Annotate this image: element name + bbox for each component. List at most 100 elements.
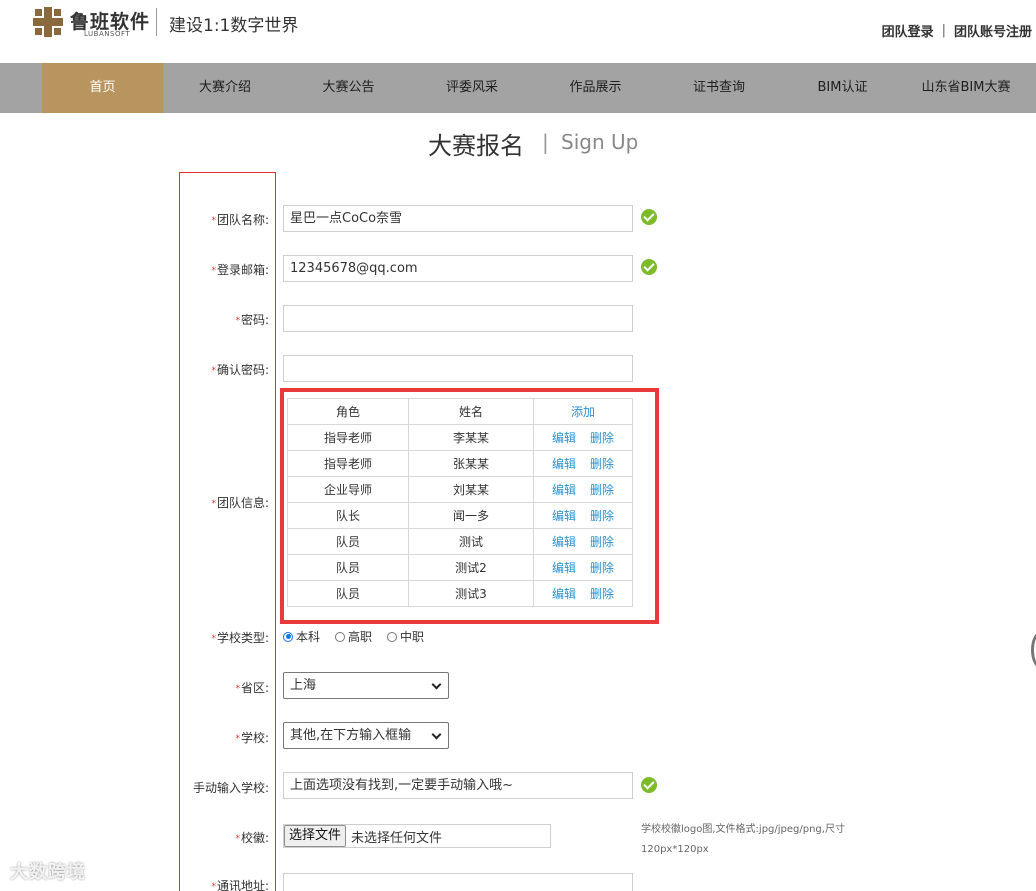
edit-link[interactable]: 编辑: [552, 481, 576, 498]
table-row: 企业导师 刘某某 编辑 删除: [287, 476, 633, 503]
table-row: 队员 测试2 编辑 删除: [287, 554, 633, 581]
nav-item-home[interactable]: 首页: [42, 63, 163, 113]
radio-unchecked-icon[interactable]: [387, 631, 398, 642]
member-role: 企业导师: [287, 476, 409, 503]
page-title-en: Sign Up: [561, 130, 639, 154]
member-name: 测试2: [408, 554, 534, 581]
member-role: 队长: [287, 502, 409, 529]
watermark: 大数跨境: [10, 862, 86, 883]
confirm-password-field[interactable]: [283, 355, 633, 382]
check-icon: [641, 259, 657, 275]
nav-item-judges[interactable]: 评委风采: [410, 63, 534, 113]
check-icon: [641, 777, 657, 793]
delete-link[interactable]: 删除: [590, 455, 614, 472]
table-row: 队员 测试3 编辑 删除: [287, 580, 633, 607]
team-info-label: *团队信息:: [211, 496, 269, 510]
table-header-row: 角色 姓名 添加: [287, 398, 633, 425]
nav-item-announcement[interactable]: 大赛公告: [287, 63, 410, 113]
member-role: 队员: [287, 580, 409, 607]
confirm-password-label: *确认密码:: [211, 363, 269, 377]
chevron-down-icon: [431, 679, 442, 690]
logo-subtitle: LUBANSOFT: [84, 30, 131, 38]
member-name: 测试: [408, 528, 534, 555]
top-links: 团队登录 | 团队账号注册: [882, 21, 1032, 40]
province-select[interactable]: 上海: [283, 672, 449, 699]
table-row: 队员 测试 编辑 删除: [287, 528, 633, 555]
delete-link[interactable]: 删除: [590, 507, 614, 524]
team-register-link[interactable]: 团队账号注册: [954, 21, 1032, 40]
column-header-role: 角色: [287, 398, 409, 425]
delete-link[interactable]: 删除: [590, 559, 614, 576]
side-float-button[interactable]: [1031, 632, 1036, 668]
page-title: 大赛报名: [428, 132, 524, 160]
top-links-separator: |: [941, 23, 946, 38]
check-icon: [641, 209, 657, 225]
nav-item-bim-cert[interactable]: BIM认证: [781, 63, 904, 113]
province-selected-value: 上海: [290, 678, 317, 693]
email-label: *登录邮箱:: [211, 263, 269, 277]
edit-link[interactable]: 编辑: [552, 559, 576, 576]
member-name: 闻一多: [408, 502, 534, 529]
member-name: 张某某: [408, 450, 534, 477]
member-role: 队员: [287, 528, 409, 555]
radio-option-vocational-college[interactable]: 高职: [335, 628, 372, 645]
member-role: 指导老师: [287, 450, 409, 477]
edit-link[interactable]: 编辑: [552, 585, 576, 602]
nav-item-shandong[interactable]: 山东省BIM大赛: [904, 63, 1028, 113]
badge-label: *校徽:: [235, 831, 269, 845]
radio-unchecked-icon[interactable]: [335, 631, 346, 642]
edit-link[interactable]: 编辑: [552, 429, 576, 446]
delete-link[interactable]: 删除: [590, 429, 614, 446]
team-name-label: *团队名称:: [211, 213, 269, 227]
lubansoft-logo-icon[interactable]: [33, 7, 63, 37]
badge-file-input: 选择文件 未选择任何文件: [283, 824, 551, 848]
file-status: 未选择任何文件: [351, 830, 443, 846]
address-select[interactable]: [283, 873, 633, 891]
member-name: 刘某某: [408, 476, 534, 503]
radio-checked-icon[interactable]: [283, 631, 293, 642]
edit-link[interactable]: 编辑: [552, 507, 576, 524]
radio-option-undergraduate[interactable]: 本科: [283, 628, 320, 645]
choose-file-button[interactable]: 选择文件: [284, 825, 347, 847]
add-member-link[interactable]: 添加: [571, 405, 595, 419]
nav-item-works[interactable]: 作品展示: [534, 63, 657, 113]
table-row: 队长 闻一多 编辑 删除: [287, 502, 633, 529]
nav-item-certificate[interactable]: 证书查询: [657, 63, 781, 113]
badge-hint: 学校校徽logo图,文件格式:jpg/jpeg/png,尺寸120px*120p…: [641, 824, 845, 855]
page: 鲁班软件 LUBANSOFT 建设1:1数字世界 团队登录 | 团队账号注册 首…: [0, 0, 1036, 891]
school-type-label: *学校类型:: [211, 631, 269, 645]
team-name-field[interactable]: 星巴一点CoCo奈雪: [283, 205, 633, 232]
school-selected-value: 其他,在下方输入框输: [290, 728, 412, 743]
edit-link[interactable]: 编辑: [552, 455, 576, 472]
edit-link[interactable]: 编辑: [552, 533, 576, 550]
delete-link[interactable]: 删除: [590, 585, 614, 602]
school-select[interactable]: 其他,在下方输入框输: [283, 722, 449, 749]
delete-link[interactable]: 删除: [590, 533, 614, 550]
password-field[interactable]: [283, 305, 633, 332]
nav-item-intro[interactable]: 大赛介绍: [163, 63, 287, 113]
member-name: 李某某: [408, 424, 534, 451]
password-label: *密码:: [235, 313, 269, 327]
school-type-radio-group: 本科 高职 中职: [283, 628, 424, 645]
column-header-name: 姓名: [408, 398, 534, 425]
delete-link[interactable]: 删除: [590, 481, 614, 498]
member-role: 队员: [287, 554, 409, 581]
province-label: *省区:: [235, 681, 269, 695]
radio-option-vocational-school[interactable]: 中职: [387, 628, 424, 645]
member-role: 指导老师: [287, 424, 409, 451]
team-login-link[interactable]: 团队登录: [882, 21, 934, 40]
address-label: *通讯地址:: [211, 879, 269, 891]
school-label: *学校:: [235, 731, 269, 745]
table-row: 指导老师 李某某 编辑 删除: [287, 424, 633, 451]
main-nav: 首页 大赛介绍 大赛公告 评委风采 作品展示 证书查询 BIM认证 山东省BIM…: [0, 63, 1036, 113]
logo-divider: [156, 8, 157, 36]
chevron-down-icon: [431, 729, 442, 740]
member-name: 测试3: [408, 580, 534, 607]
title-separator: |: [542, 130, 549, 154]
table-row: 指导老师 张某某 编辑 删除: [287, 450, 633, 477]
manual-school-label: 手动输入学校:: [192, 781, 269, 795]
team-table: 角色 姓名 添加 指导老师 李某某 编辑 删除 指导老师 张某某 编辑 删除 企业导…: [287, 398, 633, 607]
email-field[interactable]: 12345678@qq.com: [283, 255, 633, 282]
manual-school-field[interactable]: 上面选项没有找到,一定要手动输入哦~: [283, 772, 633, 799]
slogan: 建设1:1数字世界: [169, 16, 299, 36]
